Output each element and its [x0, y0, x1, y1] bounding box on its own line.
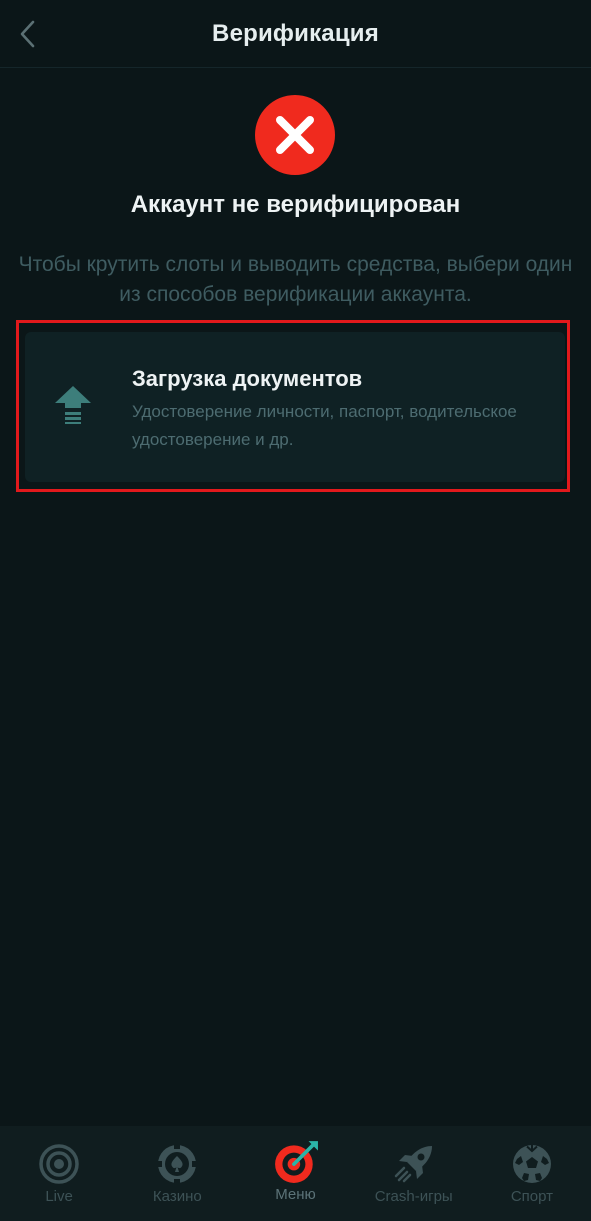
rocket-icon	[394, 1146, 432, 1183]
bottom-navigation: Live Казино Меню Crash-игры Спорт	[0, 1126, 591, 1221]
verification-screen: Верификация Аккаунт не верифицирован Что…	[0, 0, 591, 1221]
nav-item-menu[interactable]: Меню	[236, 1126, 354, 1221]
status-description: Чтобы крутить слоты и выводить средства,…	[18, 253, 573, 306]
document-upload-subtitle: Удостоверение личности, паспорт, водител…	[132, 402, 517, 449]
page-title: Верификация	[212, 20, 379, 47]
app-header: Верификация	[0, 0, 591, 68]
nav-label-live: Live	[45, 1188, 73, 1205]
nav-label-casino: Казино	[152, 1188, 202, 1205]
nav-label-crash-games: Crash-игры	[374, 1188, 453, 1205]
upload-arrow-icon	[55, 386, 91, 424]
nav-item-crash-games[interactable]: Crash-игры	[355, 1126, 473, 1221]
nav-item-live[interactable]: Live	[0, 1126, 118, 1221]
nav-item-sport[interactable]: Спорт	[473, 1126, 591, 1221]
soccer-ball-icon	[512, 1145, 551, 1183]
nav-item-casino[interactable]: Казино	[118, 1126, 236, 1221]
document-upload-title: Загрузка документов	[132, 366, 363, 391]
live-target-icon	[39, 1144, 79, 1184]
status-title: Аккаунт не верифицирован	[130, 191, 461, 218]
dart-target-icon	[274, 1141, 318, 1183]
nav-label-menu: Меню	[275, 1186, 316, 1203]
document-upload-option[interactable]: Загрузка документов Удостоверение личнос…	[25, 332, 565, 482]
casino-chip-icon	[156, 1143, 199, 1185]
error-x-icon	[255, 95, 335, 175]
nav-label-sport: Спорт	[510, 1188, 553, 1205]
